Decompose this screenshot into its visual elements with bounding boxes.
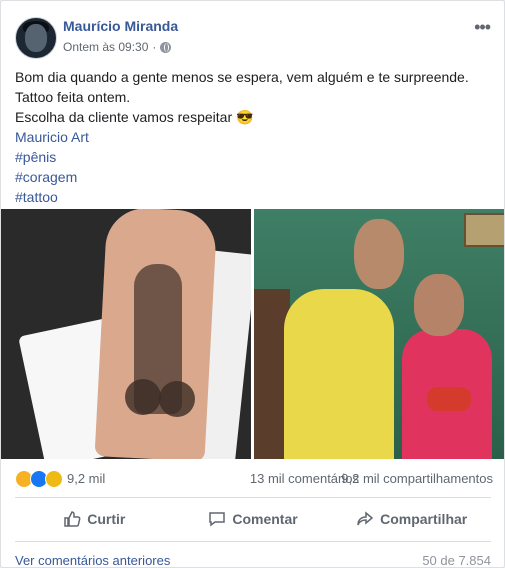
woman-head [414,274,464,336]
post-text: Bom dia quando a gente menos se espera, … [15,67,493,207]
share-label: Compartilhar [380,511,468,527]
reaction-icons[interactable] [15,470,63,488]
dot-separator: · [152,40,157,54]
avatar[interactable] [15,17,57,59]
post-line-1: Bom dia quando a gente menos se espera, … [15,69,469,85]
post-time[interactable]: Ontem às 09:30 [63,40,148,54]
share-icon [357,511,374,526]
man-head [354,219,404,289]
comment-label: Comentar [232,511,298,527]
globe-icon [160,41,172,53]
tattoo-shade-left [125,379,161,415]
photo-grid [1,209,504,459]
post-line-2: Tattoo feita ontem. [15,89,131,105]
photo-tattoo[interactable] [1,209,251,459]
post-meta: Ontem às 09:30 · [63,40,172,54]
divider [15,541,491,542]
hashtag-penis[interactable]: #pênis [15,147,493,167]
avatar-face [25,24,47,52]
man-shirt [284,289,394,459]
like-button[interactable]: Curtir [15,501,174,537]
post-header: Maurício Miranda Ontem às 09:30 · ••• [15,15,491,59]
hashtag-coragem[interactable]: #coragem [15,167,493,187]
post-card: Maurício Miranda Ontem às 09:30 · ••• Bo… [0,0,505,568]
reaction-count[interactable]: 9,2 mil [67,471,105,486]
shirt-logo [427,387,471,411]
tattoo-shade-right [159,381,195,417]
tag-mauricio-art[interactable]: Mauricio Art [15,127,493,147]
comment-button[interactable]: Comentar [174,501,333,537]
divider [15,497,491,498]
photo-people[interactable] [254,209,504,459]
post-stats: 9,2 mil 13 mil comentários 9,2 mil compa… [15,469,493,489]
comment-icon [209,512,226,527]
share-button[interactable]: Compartilhar [332,501,491,537]
wow-reaction-icon [45,470,63,488]
post-line-3: Escolha da cliente vamos respeitar 😎 [15,109,254,125]
author-name[interactable]: Maurício Miranda [63,18,178,34]
hashtag-tattoo[interactable]: #tattoo [15,187,493,207]
more-options-icon[interactable]: ••• [474,17,491,38]
like-label: Curtir [87,511,126,527]
window-frame [464,213,504,247]
shares-count[interactable]: 9,2 mil compartilhamentos [341,471,493,486]
action-bar: Curtir Comentar Compartilhar [15,501,491,537]
thumbs-up-icon [64,511,81,527]
